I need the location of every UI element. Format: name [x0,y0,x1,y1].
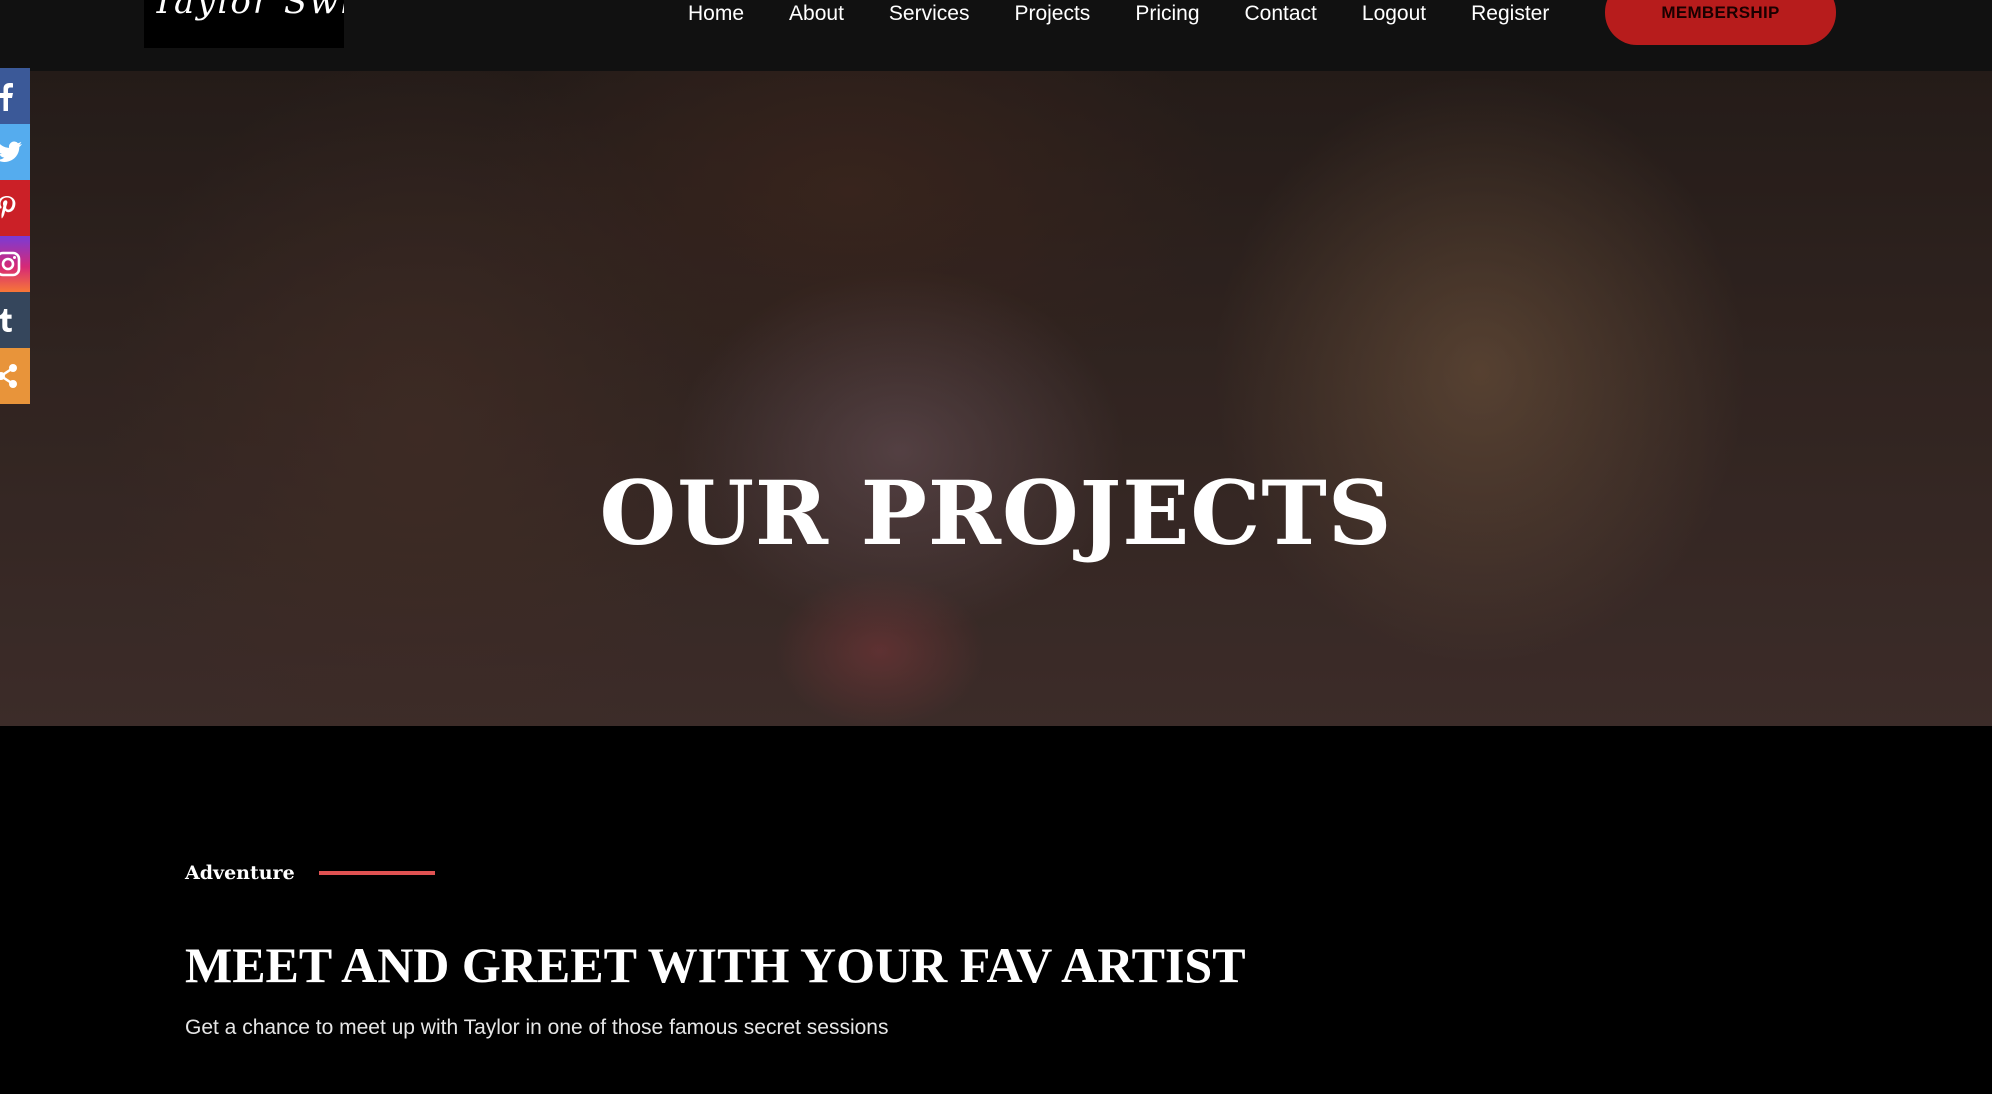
share-icon [0,364,17,388]
nav-home[interactable]: Home [688,0,744,30]
facebook-share-button[interactable] [0,68,30,124]
tumblr-icon [0,309,12,332]
nav-about[interactable]: About [789,0,844,30]
pinterest-icon [0,196,16,219]
nav-contact[interactable]: Contact [1245,0,1317,30]
twitter-icon [0,141,22,162]
hero-banner: OUR PROJECTS [0,71,1992,726]
nav-services[interactable]: Services [889,0,970,30]
project-description: Get a chance to meet up with Taylor in o… [185,1016,889,1039]
project-category-label: Adventure [185,862,295,884]
facebook-icon [0,83,13,111]
social-share-bar [0,68,30,404]
instagram-share-button[interactable] [0,236,30,292]
nav-pricing[interactable]: Pricing [1135,0,1199,30]
main-nav: Home About Services Projects Pricing Con… [688,0,1594,30]
share-button[interactable] [0,348,30,404]
twitter-share-button[interactable] [0,124,30,180]
logo-text: Taylor Swift [152,0,344,22]
nav-logout[interactable]: Logout [1362,0,1426,30]
site-header: Taylor Swift Home About Services Project… [0,0,1992,71]
pinterest-share-button[interactable] [0,180,30,236]
tumblr-share-button[interactable] [0,292,30,348]
nav-register[interactable]: Register [1471,0,1549,30]
hero-title: OUR PROJECTS [599,461,1393,565]
instagram-icon [0,251,21,277]
project-category: Adventure [185,862,435,884]
membership-button[interactable]: MEMBERSHIP [1605,0,1836,45]
site-logo[interactable]: Taylor Swift [144,0,344,48]
project-title: MEET AND GREET WITH YOUR FAV ARTIST [185,937,1246,993]
category-divider-line [318,871,435,875]
nav-projects[interactable]: Projects [1014,0,1090,30]
